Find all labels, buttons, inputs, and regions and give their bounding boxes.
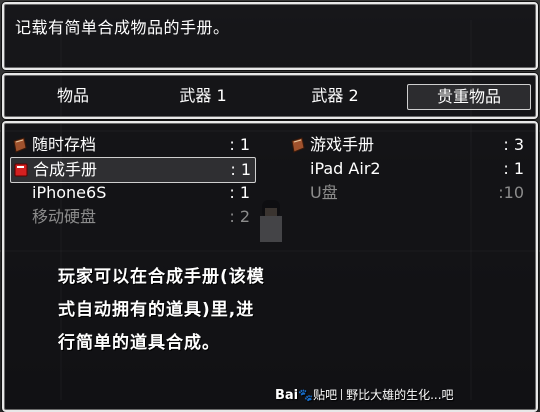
list-item[interactable]: iPad Air2 : 1 [288, 157, 528, 181]
item-count: : 1 [229, 183, 250, 202]
help-window: 记载有简单合成物品的手册。 [2, 2, 538, 70]
category-tab-weapon-1[interactable]: 武器 1 [158, 84, 248, 108]
item-count: : 1 [503, 159, 524, 178]
item-name: 移动硬盘 [32, 207, 97, 226]
item-name: iPhone6S [32, 183, 107, 202]
annotation-line-2: 式自动拥有的道具)里,进 [58, 300, 255, 320]
item-count: : 3 [503, 135, 524, 154]
book-icon [13, 137, 27, 153]
annotation-line-3: 行简单的道具合成。 [58, 333, 220, 353]
item-count: :10 [498, 183, 524, 202]
watermark: Bai🐾贴吧 野比大雄的生化...吧 [275, 386, 454, 403]
red-book-icon [14, 163, 28, 177]
watermark-text: 野比大雄的生化...吧 [346, 388, 454, 402]
item-name: U盘 [310, 183, 338, 202]
item-count: : 2 [229, 207, 250, 226]
category-tab-weapon-2[interactable]: 武器 2 [290, 84, 380, 108]
item-name: 合成手册 [33, 160, 98, 179]
divider [341, 389, 343, 400]
category-window: 物品 武器 1 武器 2 贵重物品 [2, 73, 538, 119]
item-count: : 1 [229, 135, 250, 154]
list-item[interactable]: 游戏手册 : 3 [288, 133, 528, 157]
list-item[interactable]: iPhone6S : 1 [10, 181, 254, 205]
item-name: iPad Air2 [310, 159, 381, 178]
list-item-disabled[interactable]: 移动硬盘 : 2 [10, 205, 254, 229]
annotation-line-1: 玩家可以在合成手册(该模 [58, 267, 265, 287]
item-name: 随时存档 [32, 135, 97, 154]
paw-icon: 🐾 [298, 388, 314, 402]
watermark-logo: Bai [275, 388, 299, 403]
category-tab-key-items[interactable]: 贵重物品 [407, 84, 531, 110]
watermark-logo-suffix: 贴吧 [313, 388, 338, 402]
list-item-disabled[interactable]: U盘 :10 [288, 181, 528, 205]
item-name: 游戏手册 [310, 135, 375, 154]
help-text: 记载有简单合成物品的手册。 [15, 18, 230, 37]
category-tab-items[interactable]: 物品 [28, 84, 118, 108]
book-icon [291, 137, 305, 153]
list-item[interactable]: 随时存档 : 1 [10, 133, 254, 157]
item-count: : 1 [230, 160, 251, 179]
list-item-selected[interactable]: 合成手册 : 1 [10, 157, 256, 183]
